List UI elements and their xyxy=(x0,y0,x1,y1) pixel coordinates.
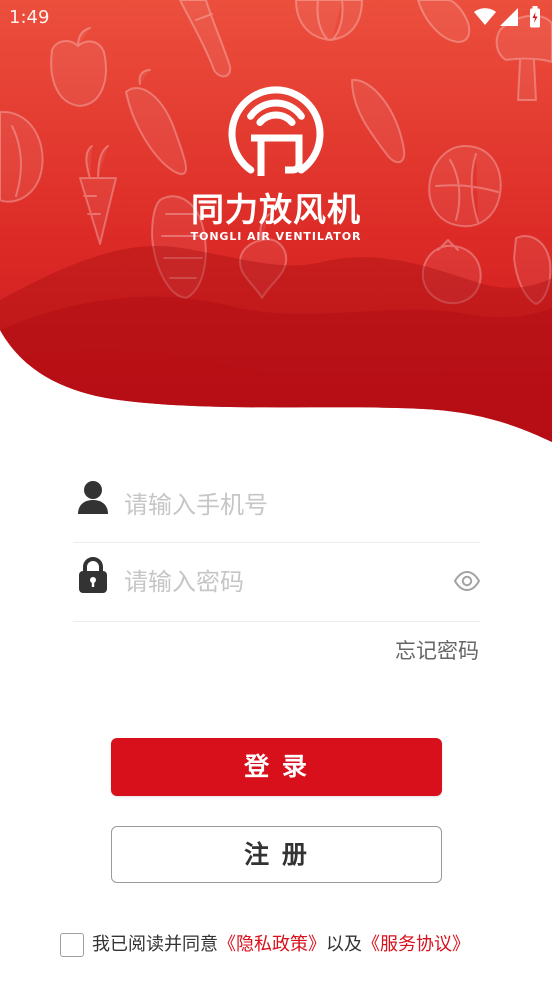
register-button[interactable]: 注 册 xyxy=(111,826,442,883)
status-bar: 1:49 xyxy=(0,0,552,36)
tongli-logo-icon xyxy=(228,86,324,176)
password-input[interactable] xyxy=(124,562,434,602)
status-time: 1:49 xyxy=(9,7,50,28)
eye-icon[interactable] xyxy=(453,570,481,592)
phone-divider xyxy=(73,542,480,543)
agreement-prefix: 我已阅读并同意 xyxy=(92,934,218,955)
user-icon xyxy=(78,481,108,514)
agreement-text: 我已阅读并同意《隐私政策》以及《服务协议》 xyxy=(92,933,470,957)
signal-icon xyxy=(500,8,518,26)
agreement-checkbox[interactable] xyxy=(60,933,84,957)
lock-icon xyxy=(79,557,107,593)
app-subtitle: TONGLI AIR VENTILATOR xyxy=(190,230,362,243)
phone-input[interactable] xyxy=(124,485,454,525)
app-name: 同力放风机 xyxy=(191,190,361,229)
login-button[interactable]: 登 录 xyxy=(111,738,442,796)
password-divider xyxy=(73,621,480,622)
logo-arc-inner xyxy=(256,111,296,126)
forgot-password-link[interactable]: 忘记密码 xyxy=(395,636,479,666)
terms-of-service-link[interactable]: 《服务协议》 xyxy=(362,934,470,955)
wifi-icon xyxy=(474,8,496,25)
agreement-conjunction: 以及 xyxy=(326,934,362,955)
privacy-policy-link[interactable]: 《隐私政策》 xyxy=(218,934,326,955)
battery-icon xyxy=(530,6,540,28)
